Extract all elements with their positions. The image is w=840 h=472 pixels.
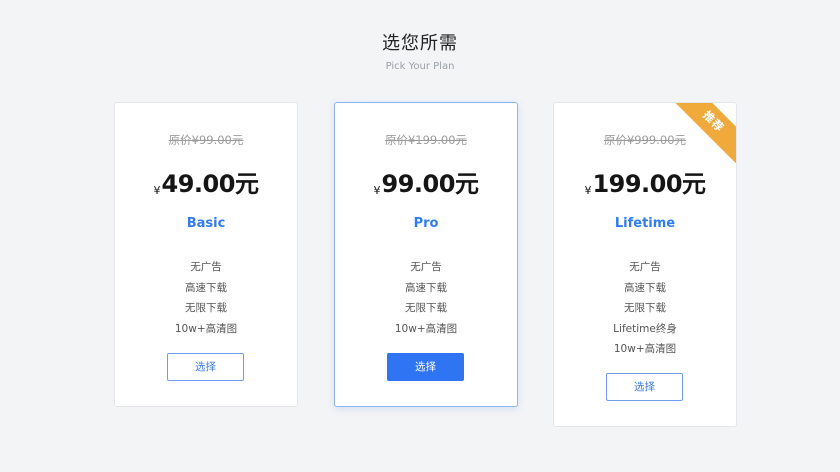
- currency-symbol: ¥: [373, 184, 381, 197]
- feature-list: 无广告 高速下载 无限下载 10w+高清图: [115, 257, 297, 339]
- plan-price: ¥49.00元: [115, 167, 297, 208]
- page-title: 选您所需: [382, 33, 458, 54]
- plan-card-pro: 原价¥199.00元 ¥99.00元 Pro 无广告 高速下载 无限下载 10w…: [334, 102, 518, 407]
- feature-item: 高速下载: [624, 281, 666, 294]
- original-price: 原价¥199.00元: [384, 133, 468, 147]
- price-amount: 99.00元: [381, 170, 479, 198]
- plan-price: ¥199.00元: [554, 167, 736, 208]
- feature-item: 10w+高清图: [174, 322, 238, 335]
- select-basic-button[interactable]: 选择: [167, 353, 244, 381]
- plan-card-lifetime: 推荐 原价¥999.00元 ¥199.00元 Lifetime 无广告 高速下载…: [553, 102, 737, 427]
- currency-symbol: ¥: [153, 184, 161, 197]
- plan-name: Basic: [186, 216, 226, 231]
- price-amount: 199.00元: [592, 170, 706, 198]
- plan-price: ¥99.00元: [335, 167, 517, 208]
- plan-card-basic: 原价¥99.00元 ¥49.00元 Basic 无广告 高速下载 无限下载 10…: [114, 102, 298, 407]
- feature-item: 10w+高清图: [613, 343, 677, 355]
- feature-item: 无广告: [190, 261, 222, 273]
- feature-item: 高速下载: [185, 281, 227, 294]
- plan-name: Pro: [413, 216, 439, 231]
- select-lifetime-button[interactable]: 选择: [606, 373, 683, 401]
- feature-item: 无限下载: [405, 302, 447, 314]
- price-amount: 49.00元: [161, 170, 259, 198]
- feature-list: 无广告 高速下载 无限下载 Lifetime终身 10w+高清图: [554, 257, 736, 360]
- currency-symbol: ¥: [584, 184, 592, 197]
- feature-item: 无限下载: [185, 302, 227, 314]
- feature-item: 高速下载: [405, 281, 447, 294]
- feature-item: Lifetime终身: [613, 322, 677, 335]
- feature-item: 无限下载: [624, 302, 666, 314]
- feature-list: 无广告 高速下载 无限下载 10w+高清图: [335, 257, 517, 339]
- original-price: 原价¥99.00元: [168, 133, 244, 147]
- feature-item: 10w+高清图: [394, 322, 458, 335]
- page-subtitle: Pick Your Plan: [385, 61, 455, 72]
- page-header: 选您所需 Pick Your Plan: [0, 32, 840, 74]
- plan-name: Lifetime: [614, 216, 676, 231]
- select-pro-button[interactable]: 选择: [387, 353, 464, 381]
- feature-item: 无广告: [410, 261, 442, 273]
- feature-item: 无广告: [629, 261, 661, 273]
- original-price: 原价¥999.00元: [603, 133, 687, 147]
